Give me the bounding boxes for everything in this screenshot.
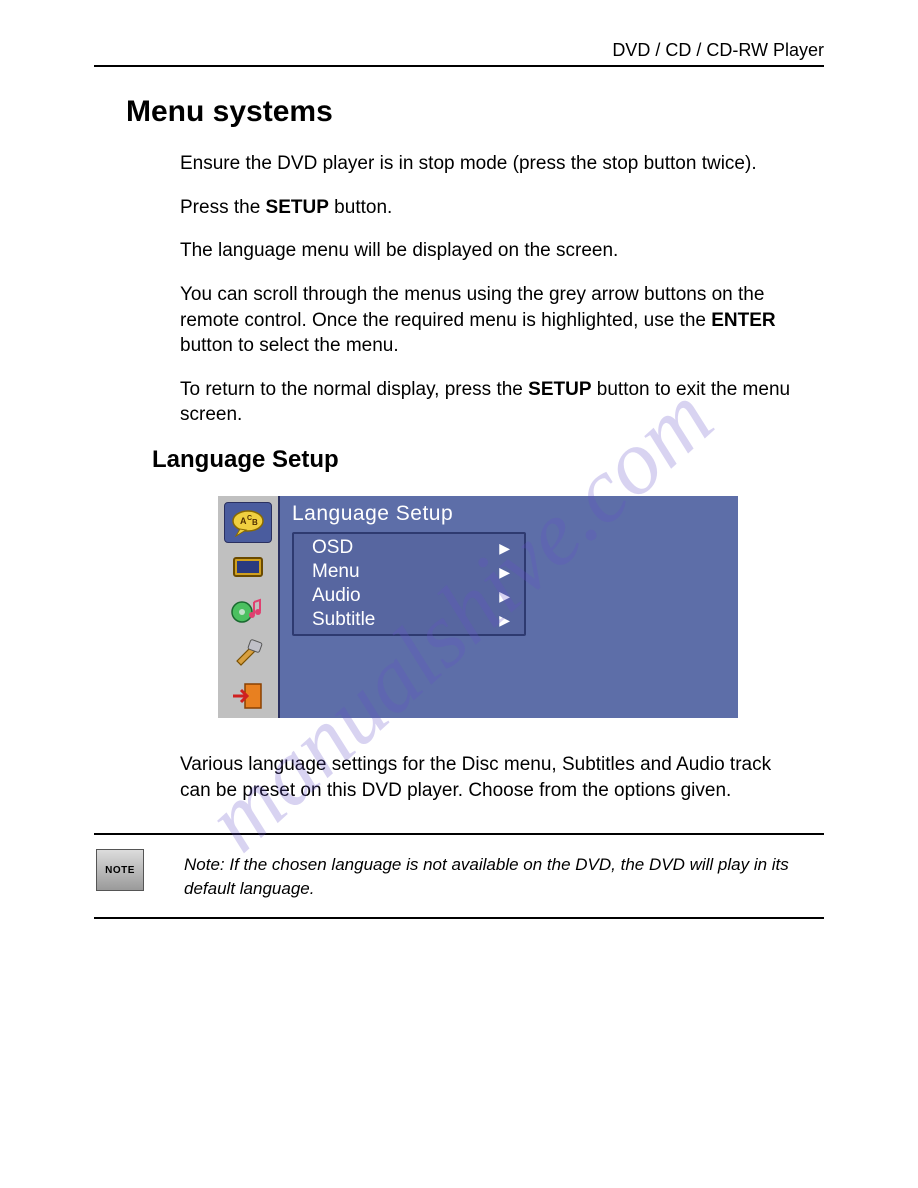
note-block: NOTE Note: If the chosen language is not… [94,833,824,919]
intro-paragraphs: Ensure the DVD player is in stop mode (p… [180,151,798,428]
tools-icon[interactable] [225,634,271,673]
subsection-title: Language Setup [152,446,818,474]
paragraph-1: Ensure the DVD player is in stop mode (p… [180,151,798,177]
paragraph-2: Press the SETUP button. [180,195,798,221]
osd-item-label: Audio [312,585,361,607]
p2-setup-bold: SETUP [266,197,329,218]
osd-item-osd[interactable]: OSD ▶ [294,536,524,560]
screen-icon[interactable] [225,547,271,586]
osd-item-subtitle[interactable]: Subtitle ▶ [294,608,524,632]
door-arrow-icon [231,682,265,712]
header-title: DVD / CD / CD-RW Player [612,40,824,60]
hammer-icon [231,639,265,667]
paragraph-after-osd: Various language settings for the Disc m… [180,752,798,803]
chevron-right-icon: ▶ [499,612,510,629]
osd-menu-list: OSD ▶ Menu ▶ Audio ▶ Subtitle ▶ [292,532,526,636]
osd-main-panel: Language Setup OSD ▶ Menu ▶ Audio ▶ [280,496,738,718]
osd-panel-title: Language Setup [292,502,728,526]
osd-screenshot: A C B [218,496,738,718]
chevron-right-icon: ▶ [499,540,510,557]
osd-item-label: Subtitle [312,609,375,631]
osd-screen: A C B [218,496,738,718]
p4-c: button to select the menu. [180,335,399,356]
p2-a: Press the [180,197,266,218]
note-text: Note: If the chosen language is not avai… [184,853,804,901]
cd-note-icon [230,596,266,624]
p4-enter-bold: ENTER [711,310,775,331]
tv-icon [230,554,266,580]
audio-icon[interactable] [225,591,271,630]
page-header: DVD / CD / CD-RW Player [94,40,824,67]
manual-page: manualshive.com DVD / CD / CD-RW Player … [0,0,918,1188]
chevron-right-icon: ▶ [499,564,510,581]
after-osd-text: Various language settings for the Disc m… [180,752,798,803]
p2-c: button. [329,197,392,218]
exit-icon[interactable] [225,677,271,716]
svg-text:A: A [240,516,247,526]
p5-setup-bold: SETUP [528,379,591,400]
paragraph-4: You can scroll through the menus using t… [180,282,798,359]
osd-sidebar: A C B [218,496,280,718]
p5-a: To return to the normal display, press t… [180,379,528,400]
osd-item-menu[interactable]: Menu ▶ [294,560,524,584]
chevron-right-icon: ▶ [499,588,510,605]
language-icon[interactable]: A C B [224,502,272,543]
section-title: Menu systems [126,95,818,129]
osd-item-audio[interactable]: Audio ▶ [294,584,524,608]
osd-item-label: OSD [312,537,353,559]
osd-item-label: Menu [312,561,360,583]
paragraph-3: The language menu will be displayed on t… [180,238,798,264]
svg-text:B: B [252,518,258,527]
speech-bubble-icon: A C B [230,509,266,537]
paragraph-5: To return to the normal display, press t… [180,377,798,428]
p4-a: You can scroll through the menus using t… [180,284,764,331]
note-badge: NOTE [96,849,144,891]
